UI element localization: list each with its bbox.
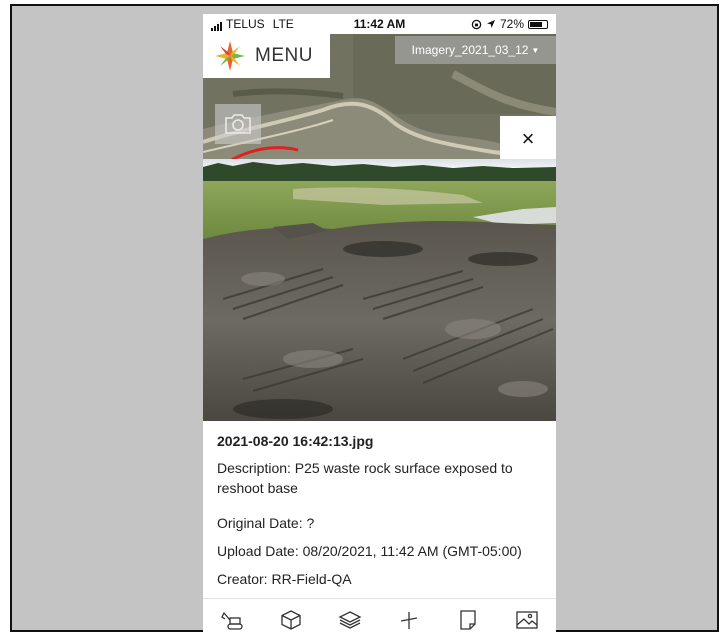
- phone-screen: TELUS LTE 11:42 AM 72% MENU Imagery_2021…: [203, 14, 556, 640]
- battery-icon: [528, 19, 548, 29]
- menu-label: MENU: [255, 45, 313, 66]
- camera-icon: [225, 114, 251, 134]
- upload-date: Upload Date: 08/20/2021, 11:42 AM (GMT-0…: [217, 543, 522, 559]
- measure-icon[interactable]: [395, 606, 423, 634]
- photo-info-panel: 2021-08-20 16:42:13.jpg Description: P25…: [203, 421, 556, 601]
- photo-description: Description: P25 waste rock surface expo…: [217, 460, 513, 496]
- orientation-lock-icon: [471, 19, 482, 29]
- caret-down-icon: ▼: [531, 45, 540, 55]
- location-arrow-icon: [486, 20, 495, 28]
- app-logo-icon: [215, 41, 245, 71]
- imagery-select[interactable]: Imagery_2021_03_12 ▼: [395, 36, 556, 64]
- excavator-icon[interactable]: [218, 606, 246, 634]
- document-icon[interactable]: [454, 606, 482, 634]
- cube-icon[interactable]: [277, 606, 305, 634]
- imagery-select-value: Imagery_2021_03_12: [411, 43, 529, 57]
- site-photo-image: [203, 159, 556, 421]
- close-icon: ×: [521, 126, 535, 151]
- layers-icon[interactable]: [336, 606, 364, 634]
- original-date: Original Date: ?: [217, 515, 315, 531]
- map-view[interactable]: MENU Imagery_2021_03_12 ▼ ×: [203, 34, 556, 162]
- screenshot-frame: TELUS LTE 11:42 AM 72% MENU Imagery_2021…: [10, 4, 719, 640]
- site-photo: [203, 159, 556, 421]
- menu-button[interactable]: MENU: [203, 34, 330, 78]
- camera-marker[interactable]: [215, 104, 261, 144]
- image-icon[interactable]: [513, 606, 541, 634]
- status-bar: TELUS LTE 11:42 AM 72%: [203, 14, 556, 34]
- battery-percent: 72%: [499, 17, 524, 31]
- close-button[interactable]: ×: [500, 116, 556, 162]
- photo-filename: 2021-08-20 16:42:13.jpg: [217, 433, 374, 449]
- creator: Creator: RR-Field-QA: [217, 571, 352, 587]
